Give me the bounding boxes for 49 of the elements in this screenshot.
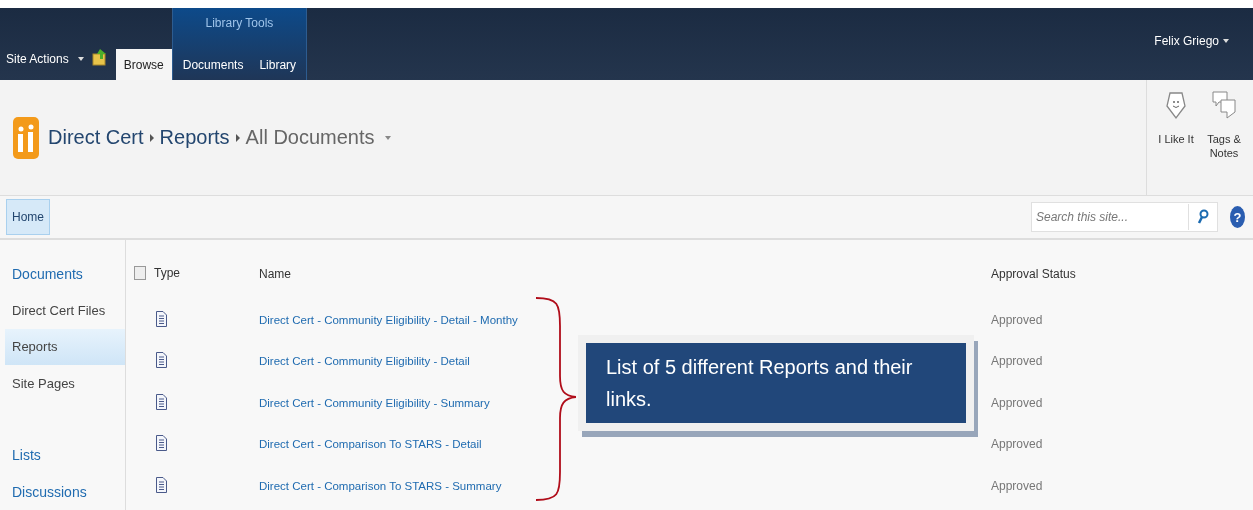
breadcrumb-link[interactable]: All Documents — [245, 126, 375, 149]
social-button[interactable]: Tags & Notes — [1205, 80, 1243, 161]
chevron-icon — [235, 133, 240, 142]
help-button[interactable]: ? — [1230, 206, 1245, 228]
document-icon — [156, 435, 167, 452]
document-link[interactable]: Direct Cert - Community Eligibility - Detail — [259, 355, 470, 368]
approval-status: Approved — [991, 354, 1043, 369]
search-icon[interactable] — [1197, 209, 1209, 225]
breadcrumb-link[interactable]: Direct Cert — [48, 126, 144, 149]
ribbon-tab[interactable]: Browse — [115, 49, 172, 80]
folder-arrow-icon[interactable] — [91, 48, 108, 66]
social-button[interactable]: I Like It — [1157, 80, 1195, 147]
sidebar-item[interactable]: Site Pages — [5, 365, 125, 402]
document-link[interactable]: Direct Cert - Community Eligibility - Summary — [259, 396, 490, 409]
select-all-checkbox[interactable] — [134, 266, 146, 280]
approval-status: Approved — [991, 395, 1043, 410]
document-icon — [156, 352, 167, 369]
document-link[interactable]: Direct Cert - Community Eligibility - Detail - Monthy — [259, 313, 518, 326]
sidebar-item[interactable]: Lists — [5, 437, 125, 474]
user-menu[interactable]: Felix Griego — [1154, 8, 1253, 74]
caret-icon — [77, 57, 84, 61]
ribbon-group-title: Library Tools — [205, 16, 274, 32]
approval-status: Approved — [991, 437, 1043, 452]
document-icon — [156, 476, 167, 493]
sidebar-item[interactable]: Direct Cert Files — [5, 292, 125, 329]
smiley-tag-icon — [1165, 90, 1187, 120]
document-icon — [156, 310, 167, 327]
caret-icon — [384, 135, 391, 140]
document-link[interactable]: Direct Cert - Comparison To STARS - Summary — [259, 479, 502, 492]
column-header[interactable]: Approval Status — [991, 267, 1076, 281]
search-field[interactable]: Search this site... — [1031, 202, 1218, 232]
ribbon-tab[interactable]: Documents — [174, 50, 252, 80]
caret-icon — [1223, 39, 1229, 43]
document-link[interactable]: Direct Cert - Comparison To STARS - Detail — [259, 438, 482, 451]
site-actions-menu[interactable]: Site Actions — [0, 52, 92, 80]
column-header[interactable]: Type — [154, 266, 180, 280]
chevron-icon — [149, 133, 154, 142]
sidebar-item[interactable]: Discussions — [5, 473, 125, 510]
speech-bubbles-icon — [1211, 90, 1237, 120]
document-icon — [156, 393, 167, 410]
column-header[interactable]: Name — [259, 267, 291, 281]
site-logo-icon — [13, 116, 39, 159]
sidebar-item[interactable]: Documents — [5, 256, 125, 293]
sidebar-item[interactable]: Reports — [5, 328, 125, 365]
breadcrumb-link[interactable]: Reports — [159, 126, 230, 149]
home-tab[interactable]: Home — [6, 199, 50, 235]
approval-status: Approved — [991, 312, 1043, 327]
ribbon-tab[interactable]: Library — [251, 50, 305, 80]
approval-status: Approved — [991, 478, 1043, 493]
